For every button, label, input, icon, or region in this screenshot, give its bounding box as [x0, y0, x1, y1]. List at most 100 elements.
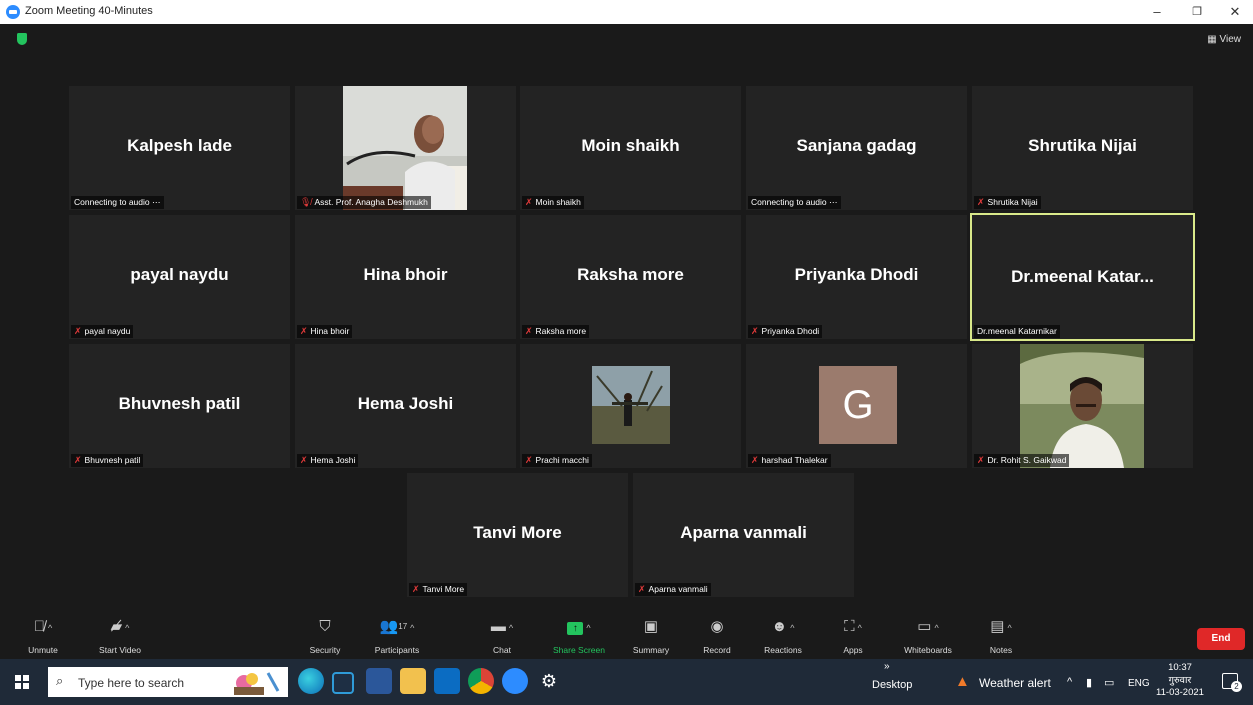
- store-icon[interactable]: [332, 672, 354, 694]
- zoom-app-icon[interactable]: [502, 668, 528, 694]
- share-screen-label: Share Screen: [553, 645, 605, 655]
- muted-mic-icon: ✗: [412, 584, 420, 594]
- end-meeting-button[interactable]: End: [1197, 628, 1245, 650]
- clock-time: 10:37: [1168, 662, 1192, 673]
- record-button[interactable]: ◉ Record: [682, 612, 752, 659]
- windows-start-icon[interactable]: [15, 675, 29, 689]
- muted-mic-icon: ✗: [74, 455, 82, 465]
- participant-tile[interactable]: Bhuvnesh patil ✗ Bhuvnesh patil: [69, 344, 290, 468]
- close-button[interactable]: ✕: [1218, 2, 1252, 22]
- participant-tile[interactable]: Aparna vanmali ✗ Aparna vanmali: [633, 473, 854, 597]
- participant-tile[interactable]: Moin shaikh ✗ Moin shaikh: [520, 86, 741, 210]
- record-label: Record: [703, 645, 731, 655]
- chrome-icon[interactable]: [468, 668, 494, 694]
- participant-tile[interactable]: payal naydu ✗ payal naydu: [69, 215, 290, 339]
- participant-tile[interactable]: Tanvi More ✗ Tanvi More: [407, 473, 628, 597]
- language-indicator[interactable]: ENG: [1128, 678, 1150, 689]
- participant-video: [1020, 344, 1144, 468]
- chat-label: Chat: [493, 645, 511, 655]
- window-title: Zoom Meeting 40-Minutes: [25, 5, 153, 17]
- chevron-up-icon[interactable]: ^: [410, 623, 414, 633]
- muted-mic-icon: ✗: [751, 326, 759, 336]
- chevron-up-icon[interactable]: ^: [509, 623, 513, 633]
- participant-name: Moin shaikh: [581, 136, 680, 155]
- participant-video: [343, 86, 467, 210]
- participant-tile[interactable]: Priyanka Dhodi ✗ Priyanka Dhodi: [746, 215, 967, 339]
- restore-button[interactable]: ❐: [1180, 2, 1214, 22]
- label-text: Bhuvnesh patil: [84, 455, 141, 465]
- participant-tile[interactable]: ✗ Dr. Rohit S. Gaikwad: [972, 344, 1193, 468]
- participant-label: ✗ Dr. Rohit S. Gaikwad: [974, 454, 1070, 467]
- participant-label: ✗ payal naydu: [71, 325, 134, 338]
- chat-icon: ▬: [490, 618, 506, 635]
- security-label: Security: [309, 645, 341, 655]
- participant-label: ✗ harshad Thalekar: [748, 454, 831, 467]
- encryption-shield-icon[interactable]: [17, 33, 27, 45]
- desktop-toolbar-label[interactable]: Desktop: [872, 679, 912, 691]
- tray-chevron-up-icon[interactable]: ^: [1067, 676, 1072, 688]
- settings-gear-icon[interactable]: ⚙: [536, 668, 562, 694]
- participant-label: ✗ Hina bhoir: [297, 325, 353, 338]
- mail-icon[interactable]: [434, 668, 460, 694]
- participant-name: Shrutika Nijai: [1028, 136, 1137, 155]
- minimize-button[interactable]: –: [1140, 2, 1174, 22]
- view-button[interactable]: ▦ View: [1207, 34, 1241, 45]
- microphone-tray-icon[interactable]: ▮: [1086, 676, 1092, 689]
- security-button[interactable]: ⛉ Security: [290, 612, 360, 659]
- share-screen-button[interactable]: ↑ ^ Share Screen: [544, 612, 614, 659]
- participant-name: Dr.meenal Katar...: [1011, 267, 1154, 286]
- participant-name: payal naydu: [130, 265, 229, 284]
- participant-label: ✗ Bhuvnesh patil: [71, 454, 144, 467]
- weather-icon: ▲: [955, 673, 970, 690]
- participant-avatar: G: [819, 366, 897, 444]
- windows-taskbar: ⌕ Type here to search ⚙ Desktop » ▲ Weat…: [0, 659, 1253, 705]
- chat-button[interactable]: ▬ ^ Chat: [467, 612, 537, 659]
- notes-label: Notes: [989, 645, 1013, 655]
- chevron-up-icon[interactable]: ^: [858, 623, 862, 633]
- participant-tile[interactable]: Hina bhoir ✗ Hina bhoir: [295, 215, 516, 339]
- active-speaker-tile[interactable]: Dr.meenal Katar... Dr.meenal Katarnikar: [970, 213, 1195, 341]
- participant-tile[interactable]: ✗ Prachi macchi: [520, 344, 741, 468]
- notification-count-badge: 2: [1231, 681, 1242, 692]
- share-screen-icon: ↑: [567, 622, 584, 635]
- clock[interactable]: 10:37 गुरुवार 11-03-2021: [1155, 662, 1205, 700]
- desktop-chevron-icon[interactable]: »: [884, 661, 890, 672]
- participants-button[interactable]: 👥17 ^ Participants: [362, 612, 432, 659]
- notes-button[interactable]: ▤ ^ Notes: [966, 612, 1036, 659]
- edge-icon[interactable]: [298, 668, 324, 694]
- view-label: View: [1219, 34, 1242, 45]
- whiteboard-icon: ▭: [917, 618, 932, 635]
- summary-label: Summary: [632, 645, 670, 655]
- participant-tile[interactable]: Hema Joshi ✗ Hema Joshi: [295, 344, 516, 468]
- word-icon[interactable]: [366, 668, 392, 694]
- chevron-up-icon[interactable]: ^: [48, 623, 52, 633]
- participant-tile[interactable]: Shrutika Nijai ✗ Shrutika Nijai: [972, 86, 1193, 210]
- participant-name: Bhuvnesh patil: [118, 394, 241, 413]
- taskbar-search-box[interactable]: ⌕ Type here to search: [48, 667, 288, 697]
- participant-tile[interactable]: 🎙︎̸ Asst. Prof. Anagha Deshmukh: [295, 86, 516, 210]
- reactions-button[interactable]: ☻ ^ Reactions: [748, 612, 818, 659]
- weather-alert[interactable]: Weather alert: [979, 676, 1051, 690]
- muted-mic-icon: ✗: [300, 455, 308, 465]
- network-icon[interactable]: ▭: [1104, 676, 1114, 689]
- chevron-up-icon[interactable]: ^: [934, 623, 938, 633]
- file-explorer-icon[interactable]: [400, 668, 426, 694]
- muted-mic-icon: 🎙̸: [33, 618, 45, 635]
- label-text: payal naydu: [84, 326, 131, 336]
- summary-button[interactable]: ▣ Summary: [616, 612, 686, 659]
- chevron-up-icon[interactable]: ^: [1007, 623, 1011, 633]
- participants-count: 17: [398, 622, 408, 631]
- participant-tile[interactable]: Raksha more ✗ Raksha more: [520, 215, 741, 339]
- shield-icon: ⛉: [319, 618, 331, 635]
- participant-tile[interactable]: Kalpesh lade Connecting to audio ⋯: [69, 86, 290, 210]
- participant-tile[interactable]: G ✗ harshad Thalekar: [746, 344, 967, 468]
- whiteboards-button[interactable]: ▭ ^ Whiteboards: [893, 612, 963, 659]
- participant-tile[interactable]: Sanjana gadag Connecting to audio ⋯: [746, 86, 967, 210]
- chevron-up-icon[interactable]: ^: [125, 623, 129, 633]
- participant-label: Connecting to audio ⋯: [71, 196, 164, 209]
- apps-button[interactable]: ⛶ ^ Apps: [818, 612, 888, 659]
- unmute-button[interactable]: 🎙̸ ^ Unmute: [8, 612, 78, 659]
- chevron-up-icon[interactable]: ^: [586, 623, 590, 633]
- start-video-button[interactable]: ▰̸ ^ Start Video: [85, 612, 155, 659]
- chevron-up-icon[interactable]: ^: [790, 623, 794, 633]
